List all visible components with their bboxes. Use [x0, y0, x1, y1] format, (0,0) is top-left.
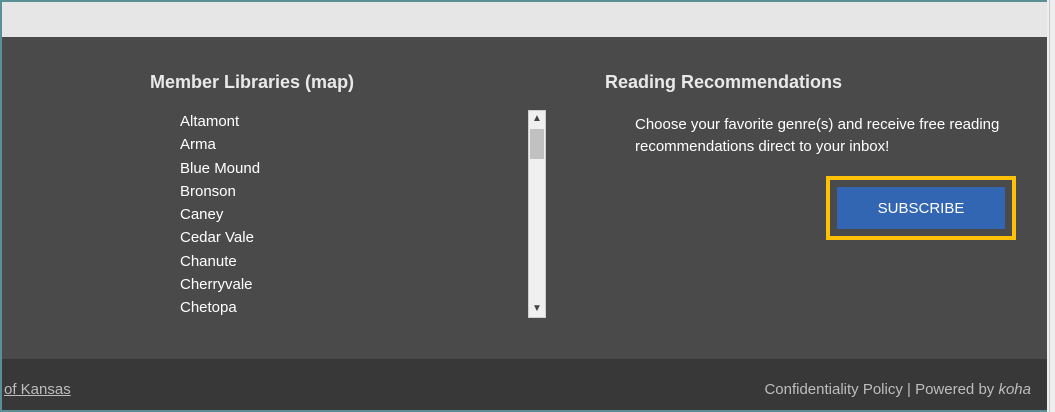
subscribe-button[interactable]: SUBSCRIBE: [837, 187, 1005, 229]
reading-recommendations-title: Reading Recommendations: [605, 72, 843, 92]
footer: of Kansas Confidentiality Policy | Power…: [2, 359, 1047, 410]
reading-description: Choose your favorite genre(s) and receiv…: [635, 116, 1000, 155]
koha-link[interactable]: koha: [998, 381, 1031, 398]
member-libraries-title[interactable]: Member Libraries (map): [150, 72, 550, 93]
top-bar: [2, 2, 1047, 37]
library-item[interactable]: Arma: [180, 133, 546, 156]
library-list-scrollbar[interactable]: ▲ ▼: [528, 110, 546, 318]
confidentiality-policy-link[interactable]: Confidentiality Policy: [764, 381, 902, 398]
library-item[interactable]: Caney: [180, 203, 546, 226]
library-list[interactable]: Altamont Arma Blue Mound Bronson Caney C…: [150, 110, 546, 318]
library-item[interactable]: Bronson: [180, 180, 546, 203]
library-item[interactable]: Chanute: [180, 250, 546, 273]
powered-by-text: | Powered by: [902, 381, 999, 398]
reading-recommendations-section: Reading Recommendations Choose your favo…: [605, 72, 1025, 240]
footer-left-link[interactable]: of Kansas: [4, 381, 71, 398]
chevron-up-icon[interactable]: ▲: [529, 111, 545, 127]
library-item[interactable]: Chetopa: [180, 296, 546, 318]
subscribe-highlight: SUBSCRIBE: [826, 176, 1016, 240]
page-frame: Member Libraries (map) Altamont Arma Blu…: [2, 2, 1047, 410]
library-item[interactable]: Cherryvale: [180, 273, 546, 296]
library-item[interactable]: Blue Mound: [180, 157, 546, 180]
window-edge: [1047, 0, 1055, 412]
library-item[interactable]: Altamont: [180, 110, 546, 133]
member-libraries-section: Member Libraries (map) Altamont Arma Blu…: [150, 72, 550, 318]
chevron-down-icon[interactable]: ▼: [529, 301, 545, 317]
scrollbar-thumb[interactable]: [530, 129, 544, 159]
library-item[interactable]: Cedar Vale: [180, 226, 546, 249]
footer-right: Confidentiality Policy | Powered by koha: [764, 381, 1031, 398]
